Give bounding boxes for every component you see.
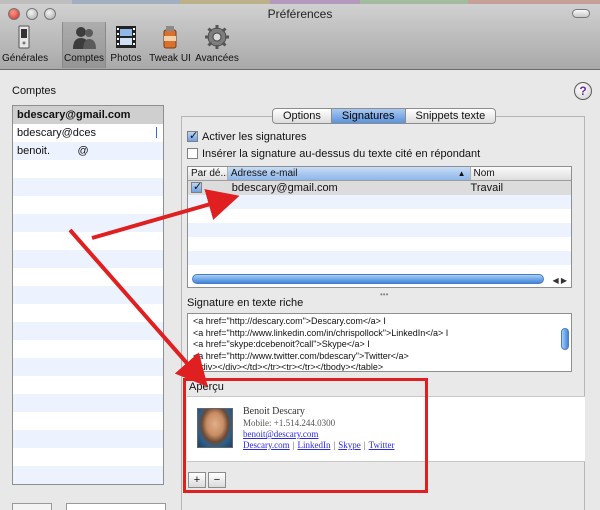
toolbar-label: Tweak UI (149, 53, 191, 64)
empty-row (13, 322, 163, 340)
toolbar-item-comptes[interactable]: Comptes (62, 22, 106, 68)
bottom-field[interactable] (66, 503, 166, 510)
checkbox-unchecked[interactable] (187, 148, 198, 159)
sort-up-icon: ▲ (457, 169, 466, 178)
code-line: </div></div></td></tr><tr></tr></tbody><… (193, 362, 384, 372)
signatures-table[interactable]: Par dé... Adresse e-mail ▲ Nom bdescary@… (187, 166, 572, 288)
empty-row (13, 178, 163, 196)
list-item-account[interactable]: bdescary@dces (13, 124, 163, 142)
empty-row (13, 214, 163, 232)
signature-code-editor[interactable]: <a href="http://descary.com">Descary.com… (187, 313, 572, 372)
toolbar-label: Photos (110, 53, 142, 64)
column-email[interactable]: Adresse e-mail ▲ (227, 167, 471, 180)
checkbox-checked[interactable] (187, 129, 198, 143)
tab-bar: Options Signatures Snippets texte (272, 108, 497, 124)
accounts-label: Comptes (12, 85, 57, 97)
toolbar-toggle-button[interactable] (572, 9, 590, 18)
toolbar-label: Comptes (63, 53, 104, 64)
column-default[interactable]: Par dé... (188, 167, 228, 180)
vertical-scrollbar[interactable] (561, 328, 569, 350)
toolbar-label: Avancées (195, 53, 239, 64)
tweak-ui-can-icon (163, 26, 177, 49)
checkbox-label: Activer les signatures (202, 131, 307, 143)
window-title: Préférences (267, 7, 333, 21)
accounts-list[interactable]: bdescary@gmail.com bdescary@dces benoit.… (12, 105, 164, 485)
tab-snippets[interactable]: Snippets texte (406, 109, 496, 123)
checkbox-label: Insérer la signature au-dessus du texte … (202, 148, 481, 160)
empty-row (188, 195, 571, 209)
scroll-arrows-icon[interactable]: ◀ ▶ (552, 276, 567, 285)
empty-row (13, 232, 163, 250)
toolbar-label: Générales (2, 53, 49, 64)
text-cursor (156, 127, 157, 138)
film-strip-icon (116, 26, 136, 48)
empty-row (13, 196, 163, 214)
empty-row (13, 340, 163, 358)
insert-above-checkbox[interactable]: Insérer la signature au-dessus du texte … (187, 147, 480, 161)
account-name: benoit. @ (17, 145, 89, 157)
split-grip-icon[interactable]: ••• (380, 290, 388, 299)
account-name: bdescary@gmail.com (17, 109, 131, 121)
empty-row (13, 358, 163, 376)
empty-row (13, 466, 163, 484)
empty-row (13, 304, 163, 322)
code-line: <a href="skype:dcebenoit?call">Skype</a>… (193, 339, 370, 349)
table-row[interactable]: bdescary@gmail.com Travail (188, 180, 571, 195)
empty-row (13, 160, 163, 178)
column-email-label: Adresse e-mail (230, 168, 298, 179)
list-item-account[interactable]: benoit. @ (13, 142, 163, 160)
email-cell: bdescary@gmail.com (231, 182, 338, 194)
empty-row (13, 376, 163, 394)
empty-row (13, 448, 163, 466)
list-item-account[interactable]: bdescary@gmail.com (13, 106, 163, 124)
code-line: <a href="http://www.linkedin.com/in/chri… (193, 327, 449, 338)
light-switch-icon (18, 25, 30, 49)
checkbox-checked[interactable] (191, 180, 202, 194)
empty-row (13, 412, 163, 430)
empty-row (13, 430, 163, 448)
empty-row (13, 394, 163, 412)
table-header: Par dé... Adresse e-mail ▲ Nom (188, 167, 571, 181)
preferences-window: Préférences Générales Comptes Photos Twe… (0, 0, 600, 510)
horizontal-scrollbar[interactable] (192, 274, 544, 284)
rich-text-title: Signature en texte riche (187, 297, 304, 309)
name-cell: Travail (470, 182, 504, 194)
empty-row (188, 237, 571, 251)
gear-icon (205, 25, 229, 49)
toolbar-item-avancees[interactable]: Avancées (194, 22, 240, 68)
title-toolbar: Préférences Générales Comptes Photos Twe… (0, 0, 600, 70)
help-button[interactable]: ? (574, 82, 592, 100)
toolbar-item-photos[interactable]: Photos (108, 22, 144, 68)
default-cell[interactable] (188, 180, 228, 195)
column-name[interactable]: Nom (471, 167, 571, 180)
code-line: <a href="http://www.twitter.com/bdescary… (193, 350, 409, 361)
empty-row (188, 209, 571, 223)
accounts-people-icon (73, 27, 96, 49)
tab-options[interactable]: Options (273, 109, 332, 123)
tab-signatures[interactable]: Signatures (331, 109, 406, 123)
empty-row (188, 251, 571, 265)
empty-row (13, 268, 163, 286)
color-strip (0, 0, 600, 4)
empty-row (188, 223, 571, 237)
annotation-highlight-box (183, 378, 428, 493)
account-name: bdescary@dces (17, 127, 97, 139)
empty-row (13, 286, 163, 304)
empty-row (13, 250, 163, 268)
toolbar-item-generales[interactable]: Générales (2, 22, 49, 68)
account-buttons[interactable] (12, 503, 52, 510)
enable-signatures-checkbox[interactable]: Activer les signatures (187, 129, 307, 144)
code-line: <a href="http://descary.com">Descary.com… (193, 316, 386, 326)
toolbar-item-tweak-ui[interactable]: Tweak UI (148, 22, 192, 68)
